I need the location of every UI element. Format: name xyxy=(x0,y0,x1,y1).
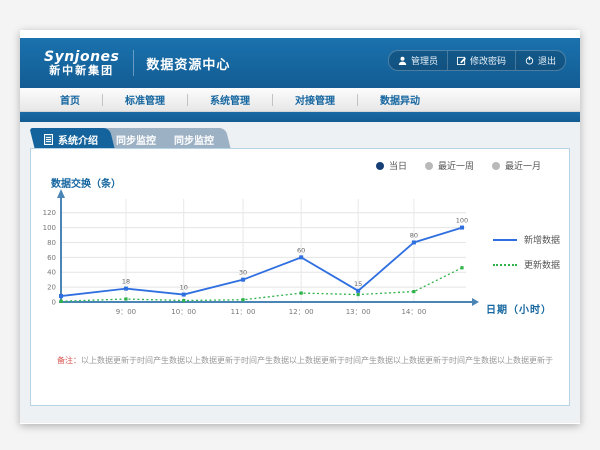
nav-item-system-mgmt[interactable]: 系统管理 xyxy=(188,92,272,107)
user-icon xyxy=(398,56,407,65)
tab-label: 同步监控 xyxy=(174,132,214,147)
user-menu-button[interactable]: 管理员 xyxy=(389,51,447,70)
svg-text:10：00: 10：00 xyxy=(171,308,196,316)
header: Synjones 新中新集团 数据资源中心 管理员 修改密码 xyxy=(20,38,580,88)
svg-text:100: 100 xyxy=(43,224,56,232)
svg-text:80: 80 xyxy=(410,231,418,239)
change-password-label: 修改密码 xyxy=(470,54,506,67)
x-axis-title: 日期（小时） xyxy=(486,301,552,316)
svg-text:30: 30 xyxy=(239,269,247,277)
legend-item-updated-data: 更新数据 xyxy=(493,258,560,271)
radio-label: 最近一月 xyxy=(505,159,541,172)
legend-label: 新增数据 xyxy=(524,233,560,246)
svg-text:12：00: 12：00 xyxy=(289,308,314,316)
svg-text:11：00: 11：00 xyxy=(231,308,256,316)
logout-button[interactable]: 退出 xyxy=(515,51,565,70)
footnote-text: 以上数据更新于时间产生数据以上数据更新于时间产生数据以上数据更新于时间产生数据以… xyxy=(81,356,553,365)
footnote-prefix: 备注： xyxy=(57,356,81,365)
nav-item-integration-mgmt[interactable]: 对接管理 xyxy=(273,92,357,107)
radio-dot xyxy=(376,162,384,170)
svg-text:120: 120 xyxy=(43,209,56,217)
tab-system-intro[interactable]: 系统介绍 xyxy=(32,128,112,148)
brand-logo: Synjones 新中新集团 xyxy=(44,50,119,76)
document-icon xyxy=(44,134,53,145)
svg-text:40: 40 xyxy=(47,269,56,277)
brand-name-cn: 新中新集团 xyxy=(44,65,119,77)
nav-item-home[interactable]: 首页 xyxy=(38,92,102,107)
chart-panel: 当日 最近一周 最近一月 数据交换（条） 0204060801001209：00… xyxy=(30,148,570,406)
svg-text:14：00: 14：00 xyxy=(401,308,426,316)
header-user-toolbar: 管理员 修改密码 退出 xyxy=(388,50,566,71)
tab-label: 系统介绍 xyxy=(58,132,98,147)
nav-item-data-change[interactable]: 数据异动 xyxy=(358,92,442,107)
change-password-button[interactable]: 修改密码 xyxy=(447,51,515,70)
power-icon xyxy=(525,56,534,65)
footnote: 备注：以上数据更新于时间产生数据以上数据更新于时间产生数据以上数据更新于时间产生… xyxy=(57,355,557,366)
logout-label: 退出 xyxy=(538,54,556,67)
user-label: 管理员 xyxy=(411,54,438,67)
nav-accent-strip xyxy=(20,112,580,122)
tab-bar: 系统介绍 同步监控 同步监控 xyxy=(32,128,570,148)
radio-dot xyxy=(492,162,500,170)
legend-label: 更新数据 xyxy=(524,258,560,271)
svg-text:0: 0 xyxy=(52,299,56,307)
radio-last-month[interactable]: 最近一月 xyxy=(492,159,541,172)
svg-text:15: 15 xyxy=(354,280,362,288)
svg-text:18: 18 xyxy=(122,278,130,286)
edit-icon xyxy=(457,56,466,65)
svg-text:80: 80 xyxy=(47,239,56,247)
header-divider xyxy=(133,50,134,76)
chart-legend: 新增数据 更新数据 xyxy=(493,233,560,271)
nav-item-standard-mgmt[interactable]: 标准管理 xyxy=(103,92,187,107)
svg-text:20: 20 xyxy=(47,284,56,292)
svg-text:13：00: 13：00 xyxy=(346,308,371,316)
tab-label: 同步监控 xyxy=(116,132,156,147)
svg-text:60: 60 xyxy=(297,246,305,254)
svg-text:100: 100 xyxy=(456,217,468,225)
svg-text:60: 60 xyxy=(47,254,56,262)
radio-last-week[interactable]: 最近一周 xyxy=(425,159,474,172)
content-area: 系统介绍 同步监控 同步监控 当日 最近一周 xyxy=(20,122,580,423)
legend-swatch-dotted xyxy=(493,264,517,266)
time-range-radios: 当日 最近一周 最近一月 xyxy=(376,159,541,172)
line-chart: 0 20 40 60 80 100 120 9：00 10：00 11：00 12：00 13：00 1… xyxy=(39,187,487,322)
radio-label: 当日 xyxy=(389,159,407,172)
brand-name: Synjones xyxy=(44,50,119,65)
app-window: Synjones 新中新集团 数据资源中心 管理员 修改密码 xyxy=(20,30,580,424)
radio-today[interactable]: 当日 xyxy=(376,159,407,172)
svg-text:9：00: 9：00 xyxy=(116,308,136,316)
legend-item-new-data: 新增数据 xyxy=(493,233,560,246)
app-title: 数据资源中心 xyxy=(146,54,230,73)
main-nav: 首页 标准管理 系统管理 对接管理 数据异动 xyxy=(20,88,580,112)
page-top-strip xyxy=(20,30,580,38)
svg-text:10: 10 xyxy=(180,284,188,292)
radio-dot xyxy=(425,162,433,170)
radio-label: 最近一周 xyxy=(438,159,474,172)
legend-swatch-solid xyxy=(493,239,517,241)
